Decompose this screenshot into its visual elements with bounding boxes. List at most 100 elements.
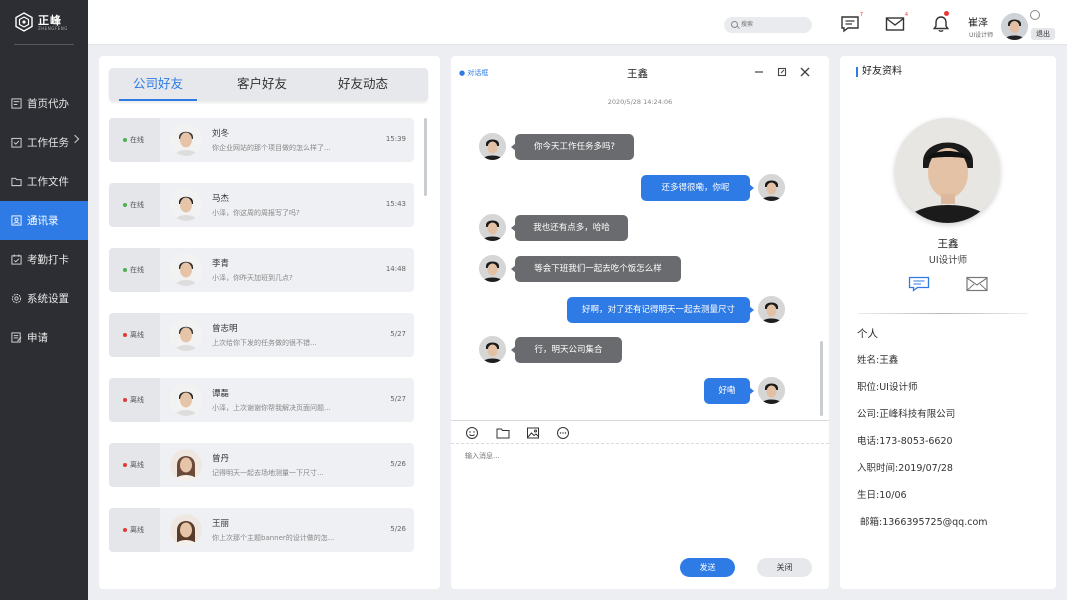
contact-status: 离线: [109, 378, 160, 422]
logo-icon: [15, 12, 33, 32]
logout-button[interactable]: 退出: [1031, 28, 1055, 40]
chat-title: 王鑫: [627, 68, 648, 80]
contact-time: 5/27: [390, 330, 406, 338]
contact-list-scrollbar[interactable]: [424, 118, 427, 196]
folder-icon: [11, 177, 22, 187]
contact-name: 李青: [212, 259, 230, 269]
sidebar-item-home[interactable]: 首页代办: [0, 84, 88, 123]
close-icon[interactable]: [800, 67, 810, 77]
status-label: 离线: [130, 396, 144, 404]
contact-status: 在线: [109, 118, 160, 162]
contact-item[interactable]: 离线 曾志明 上次给你下发的任务做的很不错... 5/27: [109, 313, 414, 357]
profile-field-join-date: 入职时间:2019/07/28: [857, 463, 953, 474]
sidebar-item-files[interactable]: 工作文件: [0, 162, 88, 201]
search-box[interactable]: [724, 17, 812, 33]
emoji-icon[interactable]: [465, 426, 479, 440]
contact-item[interactable]: 离线 谭磊 小泽，上次谢谢你帮我解决页面问题... 5/27: [109, 378, 414, 422]
more-icon[interactable]: [556, 426, 570, 440]
tab-company-friends[interactable]: 公司好友: [109, 68, 207, 101]
maximize-icon[interactable]: [777, 67, 787, 77]
status-label: 离线: [130, 461, 144, 469]
close-chat-button[interactable]: 关闭: [757, 558, 812, 577]
sidebar-item-label: 首页代办: [27, 98, 69, 110]
self-avatar[interactable]: [758, 377, 785, 404]
contact-item[interactable]: 离线 王丽 你上次那个主题banner的设计做的怎... 5/26: [109, 508, 414, 552]
sidebar-divider: [14, 44, 74, 45]
self-avatar[interactable]: [758, 174, 785, 201]
sender-avatar[interactable]: [479, 336, 506, 363]
minimize-icon[interactable]: [754, 67, 764, 77]
contact-last-message: 你上次那个主题banner的设计做的怎...: [212, 534, 335, 542]
self-avatar[interactable]: [758, 296, 785, 323]
sidebar-item-apply[interactable]: 申请: [0, 318, 88, 357]
contact-last-message: 小泽，你昨天加班到几点?: [212, 274, 293, 282]
contact-time: 14:48: [385, 265, 406, 273]
incoming-message: 等会下班我们一起去吃个饭怎么样: [511, 256, 681, 282]
contact-item[interactable]: 在线 李青小泽，你昨天加班到几点? 14:48: [109, 248, 414, 292]
sidebar-item-attendance[interactable]: 考勤打卡: [0, 240, 88, 279]
tab-client-friends[interactable]: 客户好友: [213, 68, 311, 101]
avatar[interactable]: [170, 124, 202, 156]
sender-avatar[interactable]: [479, 255, 506, 282]
profile-role: UI设计师: [928, 255, 968, 266]
sidebar: 正峰 ZHENGFENG 首页代办 工作任务 工作文件 通讯录 考勤打卡 系统设…: [0, 0, 88, 600]
sidebar-item-tasks[interactable]: 工作任务: [0, 123, 88, 162]
sender-avatar[interactable]: [479, 133, 506, 160]
top-header: 7 4 崔泽 UI设计师 退出: [88, 0, 1067, 45]
profile-field-name: 姓名:王鑫: [857, 355, 899, 366]
contact-item[interactable]: 离线 曾丹 记得明天一起去场地测量一下尺寸... 5/26: [109, 443, 414, 487]
sidebar-item-settings[interactable]: 系统设置: [0, 279, 88, 318]
search-icon: [731, 21, 738, 28]
sidebar-item-label: 通讯录: [27, 215, 59, 227]
status-label: 在线: [130, 266, 144, 274]
current-user-avatar[interactable]: [1001, 13, 1028, 40]
form-icon: [11, 332, 22, 343]
status-dot: [123, 528, 127, 532]
contact-last-message: 小泽，上次谢谢你帮我解决页面问题...: [212, 404, 331, 412]
send-message-icon[interactable]: [908, 276, 930, 292]
message-input[interactable]: [465, 451, 805, 551]
tab-friend-feed[interactable]: 好友动态: [314, 68, 412, 101]
chat-scrollbar[interactable]: [820, 341, 823, 416]
messages-button[interactable]: 7: [840, 12, 863, 33]
profile-field-birthday: 生日:10/06: [857, 490, 907, 501]
contact-item[interactable]: 在线 马杰 小泽，你这周的周报写了吗? 15:43: [109, 183, 414, 227]
contact-status: 在线: [109, 183, 160, 227]
avatar[interactable]: [170, 449, 202, 481]
sender-avatar[interactable]: [479, 214, 506, 241]
send-mail-icon[interactable]: [966, 276, 988, 292]
avatar[interactable]: [170, 514, 202, 546]
contact-name: 王丽: [212, 519, 230, 529]
status-dot: [123, 398, 127, 402]
brand-logo[interactable]: 正峰 ZHENGFENG: [14, 10, 74, 38]
contact-status: 离线: [109, 508, 160, 552]
gear-icon: [11, 293, 22, 304]
chat-toolbar: [451, 422, 829, 444]
bell-icon: [932, 16, 950, 32]
contact-item[interactable]: 在线 刘冬 你企业网站的那个项目做的怎么样了... 15:39: [109, 118, 414, 162]
sidebar-item-label: 申请: [27, 332, 48, 344]
notification-button[interactable]: [931, 11, 951, 33]
avatar[interactable]: [170, 384, 202, 416]
profile-field-phone: 电话:173-8053-6620: [857, 436, 953, 447]
chat-messages: 2020/5/28 14:24:06 你今天工作任务多吗? 还多得很嘞，你呢 我也还…: [451, 90, 829, 420]
sidebar-item-contacts[interactable]: 通讯录: [0, 201, 88, 240]
chat-header: ● 对话框 王鑫: [451, 56, 829, 90]
outgoing-message: 好嘞: [704, 378, 754, 404]
profile-section-title: 个人: [857, 328, 878, 340]
avatar[interactable]: [170, 189, 202, 221]
folder-icon[interactable]: [496, 426, 510, 440]
current-user-name: 崔泽: [968, 18, 988, 29]
image-icon[interactable]: [526, 426, 540, 440]
settings-gear-icon[interactable]: [1030, 10, 1040, 20]
contacts-panel: 公司好友 客户好友 好友动态 在线 刘冬 你企业网站的那个项目做的怎么样了... 15…: [99, 56, 440, 589]
send-button[interactable]: 发送: [680, 558, 735, 577]
profile-title: 好友资料: [856, 67, 902, 77]
avatar[interactable]: [170, 254, 202, 286]
mail-button[interactable]: 4: [885, 12, 908, 33]
search-input[interactable]: [741, 19, 801, 31]
sidebar-item-label: 工作任务: [27, 137, 69, 149]
contact-time: 5/27: [390, 395, 406, 403]
incoming-message: 我也还有点多，哈哈: [511, 215, 628, 241]
avatar[interactable]: [170, 319, 202, 351]
